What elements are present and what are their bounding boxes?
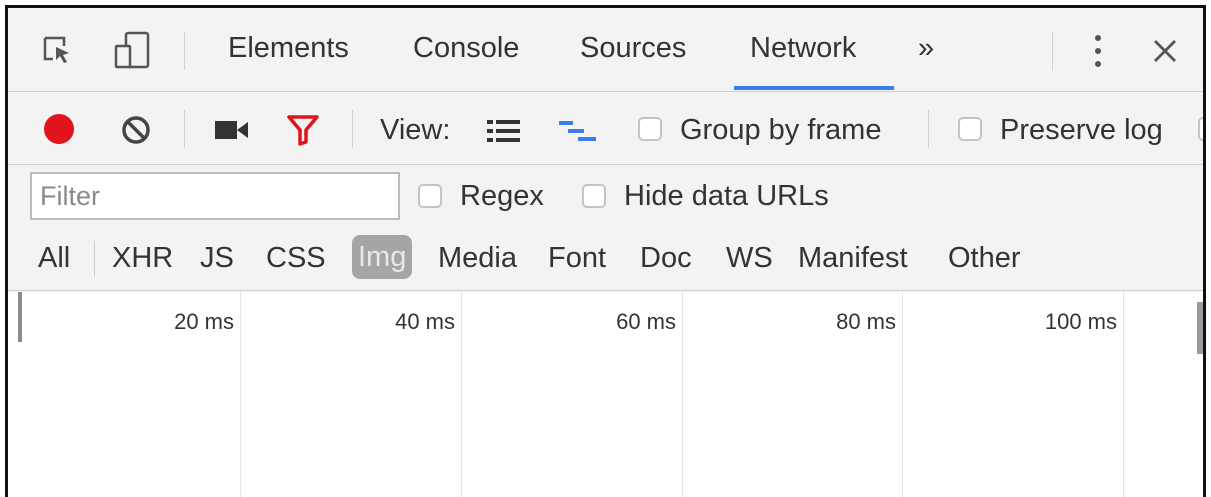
close-icon[interactable] (1152, 38, 1178, 69)
group-by-frame-label[interactable]: Group by frame (680, 114, 881, 147)
filter-bar: Regex Hide data URLs (8, 165, 1203, 229)
type-filter-all[interactable]: All (38, 242, 70, 275)
toolbar-separator (184, 110, 185, 148)
type-filter-img[interactable]: Img (352, 235, 413, 279)
tab-sources[interactable]: Sources (580, 32, 686, 65)
tab-separator (1052, 32, 1053, 70)
toolbar-separator (928, 110, 929, 148)
network-timeline-overview[interactable]: 20 ms 40 ms 60 ms 80 ms 100 ms (8, 292, 1203, 497)
devtools-tab-bar: Elements Console Sources Network » (8, 8, 1203, 92)
list-view-icon[interactable] (486, 118, 522, 149)
type-filter-doc[interactable]: Doc (640, 242, 692, 275)
tab-separator (184, 32, 185, 70)
inspect-element-icon[interactable] (42, 35, 74, 70)
more-options-icon[interactable] (1091, 32, 1105, 77)
tab-network[interactable]: Network (750, 32, 856, 65)
hide-data-urls-checkbox[interactable] (582, 184, 606, 208)
tab-console[interactable]: Console (413, 32, 519, 65)
type-filter-manifest[interactable]: Manifest (798, 242, 908, 275)
tab-elements[interactable]: Elements (228, 32, 349, 65)
timeline-tick-label: 60 ms (616, 309, 676, 334)
regex-label[interactable]: Regex (460, 180, 544, 213)
timeline-tick-label: 20 ms (174, 309, 234, 334)
hide-data-urls-label[interactable]: Hide data URLs (624, 180, 829, 213)
more-tabs-button[interactable]: » (918, 32, 934, 65)
device-toolbar-icon[interactable] (112, 30, 152, 75)
waterfall-view-icon[interactable] (558, 119, 598, 148)
disable-cache-checkbox[interactable] (1198, 117, 1203, 141)
type-separator (94, 241, 95, 277)
type-filter-media[interactable]: Media (438, 242, 517, 275)
view-label: View: (380, 114, 451, 146)
timeline-gridline (461, 292, 462, 497)
record-icon[interactable] (42, 112, 76, 151)
devtools-window: Elements Console Sources Network » View:… (5, 5, 1206, 497)
timeline-tick-label: 100 ms (1044, 309, 1117, 334)
timeline-gridline (902, 292, 903, 497)
toolbar-separator (352, 110, 353, 148)
timeline-tick-label: 40 ms (395, 309, 455, 334)
tab-network-active-indicator (734, 86, 894, 90)
type-filter-font[interactable]: Font (548, 242, 606, 275)
preserve-log-label[interactable]: Preserve log (1000, 114, 1163, 147)
timeline-tick-label: 80 ms (836, 309, 896, 334)
type-filter-css[interactable]: CSS (266, 242, 326, 275)
type-filter-js[interactable]: JS (200, 242, 234, 275)
clear-icon[interactable] (120, 114, 152, 151)
preserve-log-checkbox[interactable] (958, 117, 982, 141)
network-toolbar: View: Group by frame Preserve log (8, 93, 1203, 165)
screenshot-video-icon[interactable] (214, 119, 250, 146)
timeline-right-handle[interactable] (1197, 302, 1203, 354)
resource-type-filter-bar: All XHR JS CSS Img Media Font Doc WS Man… (8, 229, 1203, 291)
group-by-frame-checkbox[interactable] (638, 117, 662, 141)
filter-input[interactable] (30, 172, 400, 220)
type-filter-xhr[interactable]: XHR (112, 242, 173, 275)
filter-icon[interactable] (286, 113, 320, 152)
timeline-left-handle[interactable] (18, 292, 22, 342)
type-filter-ws[interactable]: WS (726, 242, 773, 275)
regex-checkbox[interactable] (418, 184, 442, 208)
type-filter-other[interactable]: Other (948, 242, 1021, 275)
timeline-gridline (682, 292, 683, 497)
timeline-gridline (240, 292, 241, 497)
timeline-gridline (1123, 292, 1124, 497)
